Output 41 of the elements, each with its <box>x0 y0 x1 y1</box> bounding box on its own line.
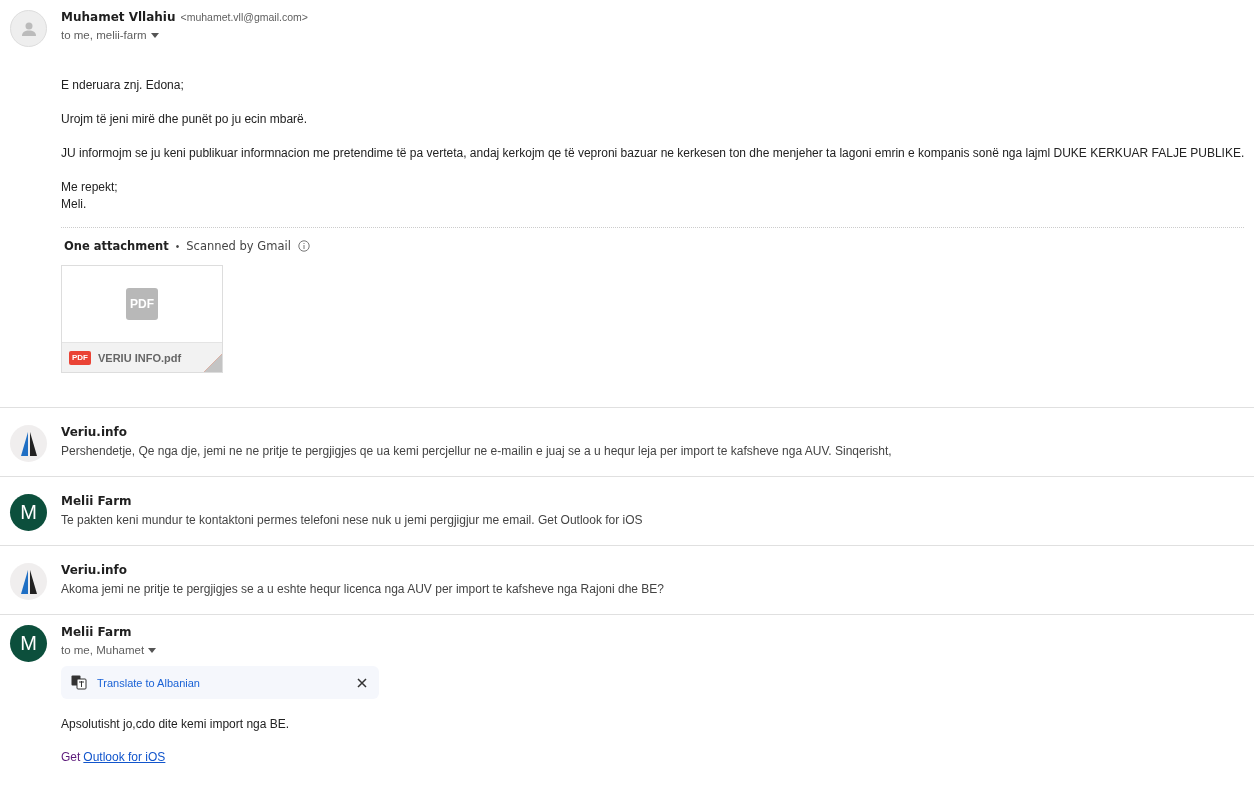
message-text: Me repekt; <box>61 179 119 196</box>
message-text: Meli. <box>61 196 88 213</box>
recipients: to me, melii-farm <box>61 29 147 41</box>
attachment-card[interactable]: PDF PDF VERIU INFO.pdf <box>61 265 223 373</box>
pdf-badge: PDF <box>69 350 91 365</box>
translate-icon <box>71 675 87 690</box>
avatar: M <box>10 625 47 662</box>
logo-icon <box>19 569 38 594</box>
scan-note: Scanned by Gmail <box>186 239 291 253</box>
message-text: JU informojm se ju keni publikuar informnacion me pretendime të pa verteta, andaj kerkojm qe të veproni bazuar ne kerkesen ton dhe menjeher ta lagoni emrin e kompanis sonë nga lajml DUKE KERKUAR FALJE PUBLIKE. <box>61 145 1244 162</box>
sender-name: Melii Farm <box>61 625 132 639</box>
pdf-thumbnail: PDF <box>126 288 158 320</box>
sender-email: <muhamet.vll@gmail.com> <box>180 11 308 23</box>
sender-name: Muhamet Vllahiu <box>61 10 176 24</box>
page-fold-icon <box>204 354 222 372</box>
person-icon <box>20 20 37 37</box>
caret-icon[interactable] <box>150 32 159 38</box>
translate-link[interactable]: Translate to Albanian <box>97 676 347 689</box>
sender-name: Veriu.info <box>61 563 128 577</box>
recipients: to me, Muhamet <box>61 644 145 656</box>
file-name: VERIU INFO.pdf <box>98 351 182 364</box>
avatar: M <box>10 494 47 531</box>
footer-text: Get <box>61 750 81 764</box>
message-snippet: Te pakten keni mundur te kontaktoni permes telefoni nese nuk u jemi pergjigjur me email. Get Outlook for iOS <box>61 513 644 527</box>
sender-name: Veriu.info <box>61 425 128 439</box>
message-text: E nderuara znj. Edona; <box>61 77 185 94</box>
info-icon[interactable] <box>297 240 310 252</box>
message-text: Apsolutisht jo,cdo dite kemi import nga BE. <box>61 716 291 733</box>
sender-name: Melii Farm <box>61 494 132 508</box>
separator-dot: • <box>175 240 180 252</box>
message-snippet: Akoma jemi ne pritje te pergjigjes se a u eshte hequr licenca nga AUV per import te kafsheve nga Rajoni dhe BE? <box>61 582 665 596</box>
outlook-link[interactable]: Outlook for iOS <box>83 750 166 764</box>
message-row[interactable]: M Melii Farm Te pakten keni mundur te kontaktoni permes telefoni nese nuk u jemi pergjigjur me email. Get Outlook for iOS <box>0 477 1254 546</box>
attachment-count: One attachment <box>64 239 169 253</box>
caret-icon[interactable] <box>148 647 157 653</box>
message-snippet: Pershendetje, Qe nga dje, jemi ne ne pritje te pergjigjes qe ua kemi percjellur ne e-mailin e juaj se a u hequr leja per import te kafsheve nga AUV. Sinqerisht, <box>61 444 893 458</box>
message-text: Urojm të jeni mirë dhe punët po ju ecin mbarë. <box>61 111 309 128</box>
logo-icon <box>19 431 38 456</box>
message-row[interactable]: Veriu.info Akoma jemi ne pritje te pergjigjes se a u eshte hequr licenca nga AUV per import te kafsheve nga Rajoni dhe BE? <box>0 546 1254 615</box>
close-button[interactable] <box>357 677 367 688</box>
message-row[interactable]: Veriu.info Pershendetje, Qe nga dje, jemi ne ne pritje te pergjigjes qe ua kemi percjellur ne e-mailin e juaj se a u hequr leja per import te kafsheve nga AUV. Sinqerisht, <box>0 408 1254 477</box>
